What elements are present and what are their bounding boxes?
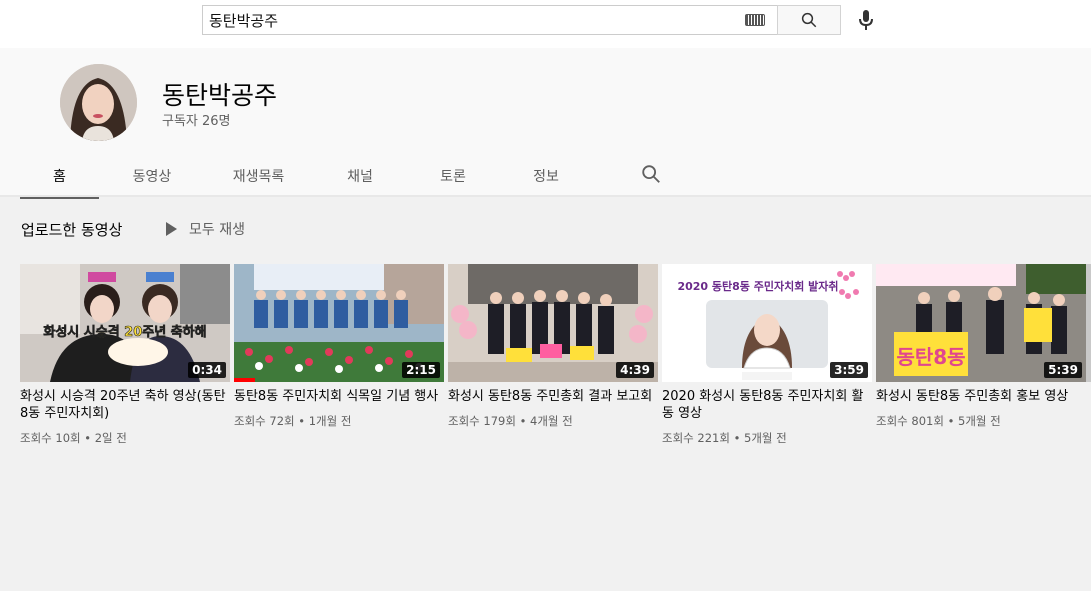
search-input[interactable]	[203, 6, 745, 34]
channel-name: 동탄박공주	[162, 81, 278, 110]
video-duration: 3:59	[830, 362, 868, 378]
tab-videos[interactable]: 동영상	[99, 154, 205, 197]
video-duration: 2:15	[402, 362, 440, 378]
video-title[interactable]: 2020 화성시 동탄8동 주민자치회 활동 영상	[662, 388, 872, 422]
video-thumbnail[interactable]: 2:15	[234, 264, 444, 382]
channel-tabs: 홈 동영상 재생목록 채널 토론 정보	[20, 154, 594, 199]
channel-header: 동탄박공주 구독자 26명 홈 동영상 재생목록 채널 토론 정보	[0, 48, 1091, 199]
watch-progress-bar	[234, 378, 255, 382]
tab-home[interactable]: 홈	[20, 154, 99, 199]
video-card[interactable]: 2020 동탄8동 주민자치회 발자취 3:59 2020 화성시 동탄8동 주…	[662, 264, 872, 446]
search-box[interactable]	[202, 5, 778, 35]
header-divider	[0, 195, 1091, 197]
top-bar	[0, 0, 1091, 48]
channel-search-icon[interactable]	[640, 163, 662, 185]
video-meta: 조회수 72회 • 1개월 전	[234, 414, 352, 428]
video-thumbnail[interactable]: 2020 동탄8동 주민자치회 발자취 3:59	[662, 264, 872, 382]
next-video-peek	[1086, 264, 1091, 382]
play-all-button[interactable]: 모두 재생	[166, 219, 245, 239]
search-icon	[801, 12, 817, 28]
video-title[interactable]: 화성시 동탄8동 주민총회 결과 보고회	[448, 388, 658, 405]
video-meta: 조회수 10회 • 2일 전	[20, 431, 127, 445]
play-all-label: 모두 재생	[189, 222, 245, 238]
video-meta: 조회수 179회 • 4개월 전	[448, 414, 573, 428]
tab-playlists[interactable]: 재생목록	[205, 154, 312, 197]
video-meta: 조회수 801회 • 5개월 전	[876, 414, 1001, 428]
search-button[interactable]	[777, 5, 841, 35]
video-thumbnail[interactable]: 4:39	[448, 264, 658, 382]
video-thumbnail[interactable]: 화성시 시승격 20주년 축하해 0:34	[20, 264, 230, 382]
video-title[interactable]: 동탄8동 주민자치회 식목일 기념 행사	[234, 388, 444, 405]
video-card[interactable]: 4:39 화성시 동탄8동 주민총회 결과 보고회 조회수 179회 • 4개월…	[448, 264, 658, 429]
video-title[interactable]: 화성시 시승격 20주년 축하 영상(동탄8동 주민자치회)	[20, 388, 230, 422]
voice-search-button[interactable]	[852, 6, 880, 34]
subscriber-count: 구독자 26명	[162, 114, 231, 129]
thumbnail-caption: 2020 동탄8동 주민자치회 발자취	[677, 279, 838, 293]
play-icon	[166, 222, 177, 236]
video-thumbnail[interactable]: 동탄8동 5:39	[876, 264, 1086, 382]
video-duration: 5:39	[1044, 362, 1082, 378]
video-meta: 조회수 221회 • 5개월 전	[662, 431, 787, 445]
thumbnail-caption: 동탄8동	[896, 345, 965, 369]
video-card[interactable]: 동탄8동 5:39 화성시 동탄8동 주민총회 홍보 영상 조회수 801회 •…	[876, 264, 1086, 429]
microphone-icon	[859, 10, 873, 30]
video-duration: 0:34	[188, 362, 226, 378]
tab-channels[interactable]: 채널	[312, 154, 408, 197]
section-title[interactable]: 업로드한 동영상	[21, 219, 122, 240]
video-duration: 4:39	[616, 362, 654, 378]
video-card[interactable]: 2:15 동탄8동 주민자치회 식목일 기념 행사 조회수 72회 • 1개월 …	[234, 264, 444, 429]
tab-about[interactable]: 정보	[498, 154, 594, 197]
tab-discussion[interactable]: 토론	[408, 154, 498, 197]
thumbnail-caption: 화성시 시승격 20주년 축하해	[43, 324, 206, 340]
avatar[interactable]	[60, 64, 137, 141]
video-title[interactable]: 화성시 동탄8동 주민총회 홍보 영상	[876, 388, 1086, 405]
keyboard-icon[interactable]	[745, 14, 765, 26]
video-card[interactable]: 화성시 시승격 20주년 축하해 0:34 화성시 시승격 20주년 축하 영상…	[20, 264, 230, 446]
